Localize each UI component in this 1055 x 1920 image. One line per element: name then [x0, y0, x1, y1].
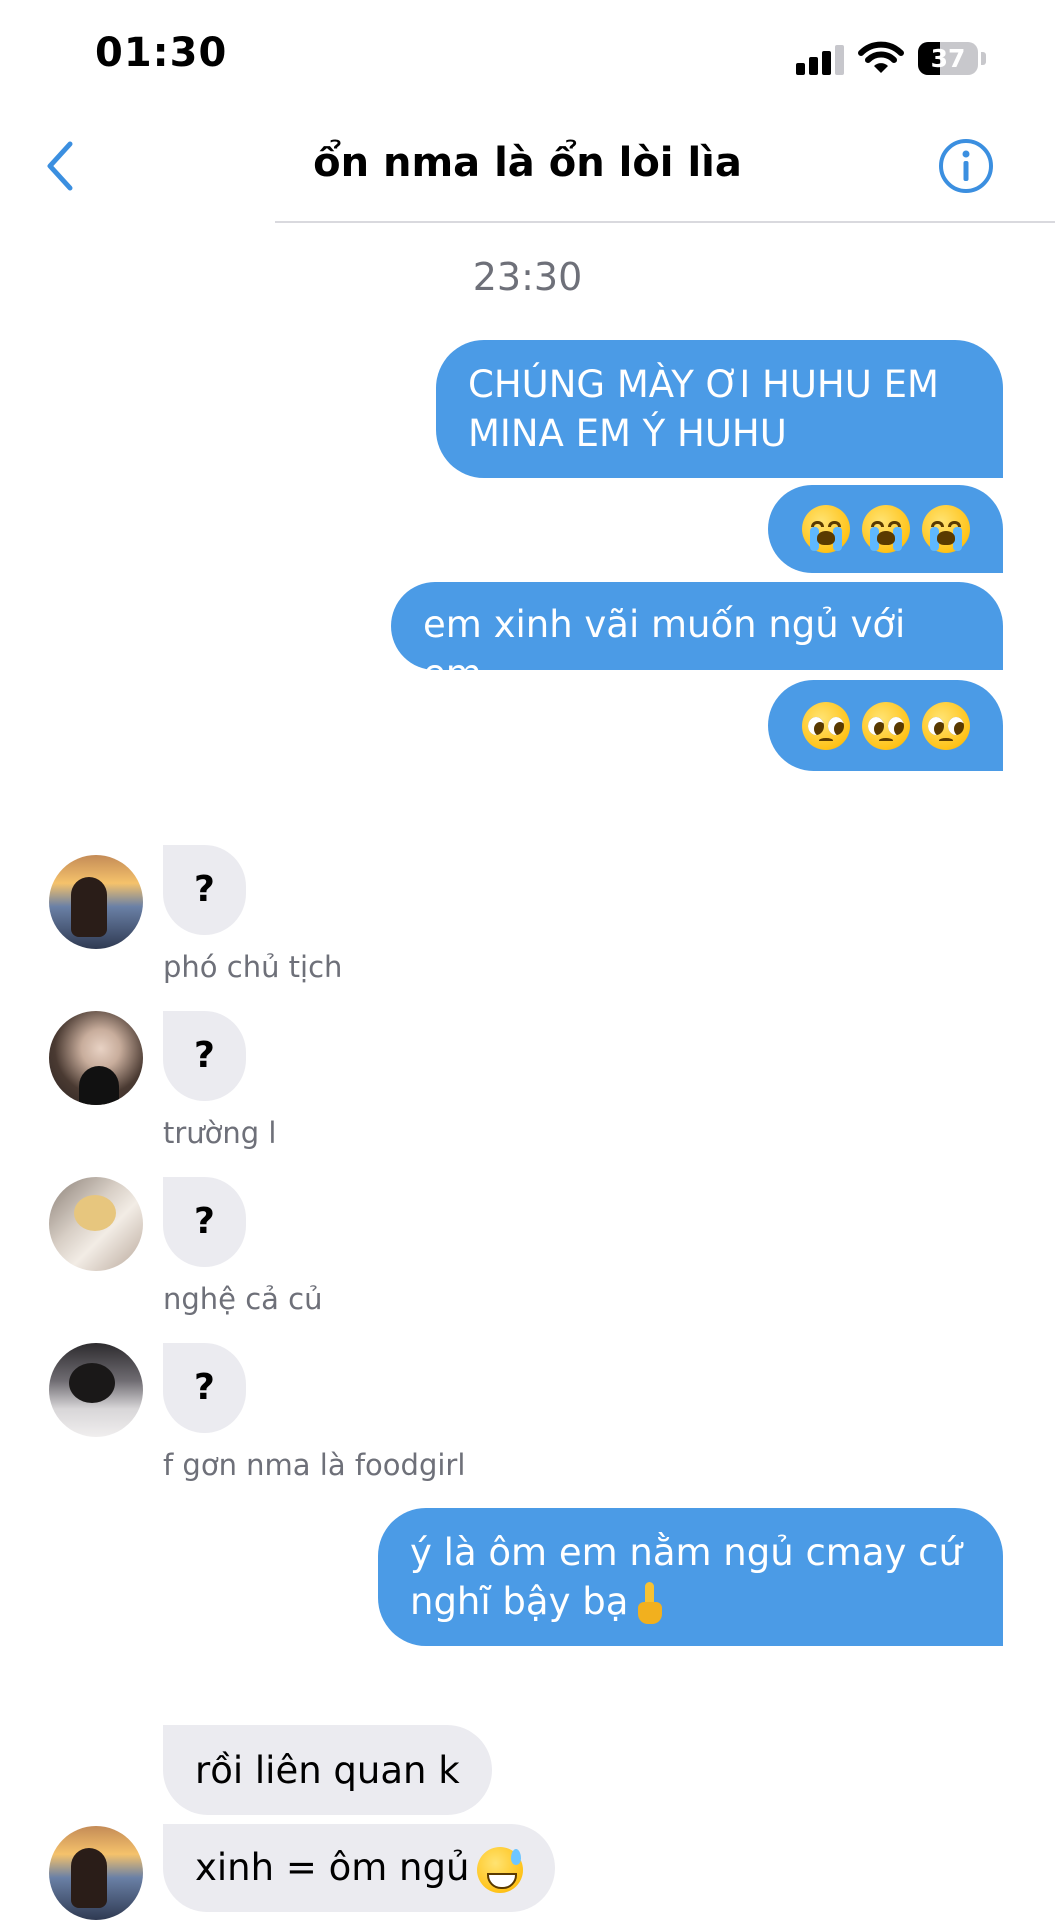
back-chevron-icon[interactable] [40, 138, 80, 194]
incoming-message[interactable]: ? [163, 845, 246, 935]
avatar[interactable] [49, 1011, 143, 1105]
message-text: CHÚNG MÀY ƠI HUHU EM MINA EM Ý HUHU [468, 363, 939, 455]
nav-divider [275, 221, 1055, 223]
backhand-index-pointing-up-icon [638, 1581, 663, 1626]
loudly-crying-face-icon [801, 505, 850, 553]
chat-screen: 01:30 37 ổn nma là ổn lòi lìa 23:30 CHÚN… [0, 0, 1055, 1920]
outgoing-emoji-message[interactable] [768, 680, 1003, 771]
sender-name: nghệ cả củ [163, 1282, 323, 1316]
battery-icon: 37 [918, 42, 978, 75]
incoming-message[interactable]: xinh = ôm ngủ [163, 1824, 556, 1912]
cellular-signal-icon [796, 45, 846, 75]
status-time: 01:30 [95, 30, 228, 76]
outgoing-message[interactable]: em xinh vãi muốn ngủ với em [391, 582, 1003, 695]
incoming-message[interactable]: ? [163, 1011, 246, 1101]
loudly-crying-face-icon [921, 505, 970, 553]
sender-name: trường l [163, 1116, 277, 1150]
sender-name: f gơn nma là foodgirl [163, 1448, 466, 1482]
message-timestamp: 23:30 [472, 255, 583, 299]
message-text: ý là ôm em nằm ngủ cmay cứ nghĩ bậy bạ [410, 1531, 962, 1623]
message-text: rồi liên quan k [195, 1749, 460, 1792]
battery-nub [981, 52, 986, 65]
pleading-face-icon [801, 701, 850, 750]
avatar[interactable] [49, 855, 143, 949]
message-text: ? [194, 1367, 215, 1408]
battery-level: 37 [930, 44, 966, 73]
message-text: ? [194, 1201, 215, 1242]
grinning-face-with-sweat-icon [477, 1846, 524, 1893]
avatar[interactable] [49, 1343, 143, 1437]
pleading-face-icon [861, 701, 910, 750]
incoming-message[interactable]: ? [163, 1343, 246, 1433]
wifi-icon [858, 41, 904, 73]
message-text: xinh = ôm ngủ [195, 1846, 470, 1889]
avatar[interactable] [49, 1826, 143, 1920]
pleading-face-icon [921, 701, 970, 750]
outgoing-message[interactable]: ý là ôm em nằm ngủ cmay cứ nghĩ bậy bạ [378, 1508, 1003, 1646]
message-text: ? [194, 1035, 215, 1076]
incoming-message[interactable]: ? [163, 1177, 246, 1267]
incoming-message[interactable]: rồi liên quan k [163, 1725, 492, 1815]
message-text: ? [194, 869, 215, 910]
sender-name: phó chủ tịch [163, 950, 343, 984]
avatar[interactable] [49, 1177, 143, 1271]
outgoing-emoji-message[interactable] [768, 485, 1003, 573]
outgoing-message[interactable]: CHÚNG MÀY ƠI HUHU EM MINA EM Ý HUHU [436, 340, 1003, 478]
loudly-crying-face-icon [861, 505, 910, 553]
info-icon[interactable] [937, 137, 995, 195]
conversation-title[interactable]: ổn nma là ổn lòi lìa [120, 140, 935, 186]
